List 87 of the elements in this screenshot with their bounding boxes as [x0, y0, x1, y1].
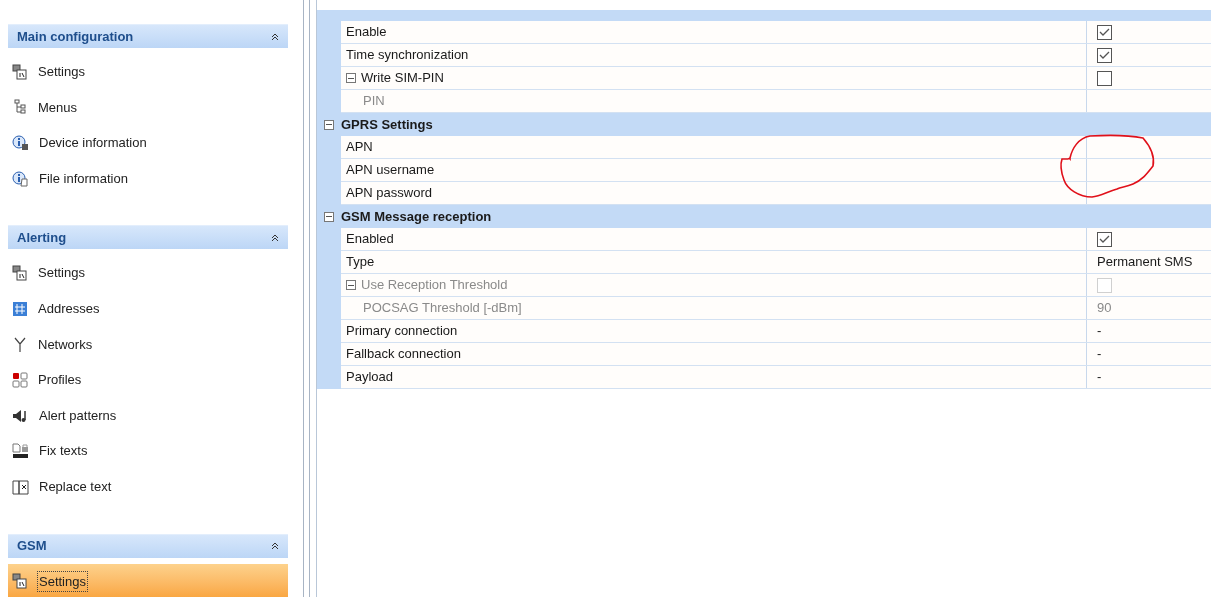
property-label: Enable: [346, 23, 387, 42]
nav-label: File information: [39, 169, 128, 188]
grid-icon: [12, 300, 28, 317]
nav-label: Menus: [38, 98, 78, 117]
checkbox[interactable]: [1097, 231, 1112, 247]
device-settings-icon: [12, 63, 28, 80]
nav-item[interactable]: Settings: [8, 563, 288, 597]
property-value-cell[interactable]: -: [1086, 366, 1211, 388]
check-icon: [1099, 234, 1110, 244]
nav-item[interactable]: Networks: [8, 326, 288, 363]
check-icon: [1099, 27, 1110, 37]
property-label: Fallback connection: [346, 345, 461, 364]
property-label: APN password: [346, 184, 432, 203]
nav-item[interactable]: Settings: [8, 255, 288, 291]
section-header[interactable]: GSM: [8, 533, 288, 558]
property-value: -: [1097, 345, 1102, 364]
nav-item[interactable]: Fix texts: [8, 433, 288, 469]
collapse-icon[interactable]: [346, 73, 356, 83]
section-header[interactable]: Alerting: [8, 225, 288, 250]
property-label: Enabled: [346, 230, 394, 249]
property-label: APN username: [346, 161, 435, 180]
checkbox[interactable]: [1097, 24, 1112, 40]
nav-label: Settings: [38, 264, 85, 283]
nav-label: Fix texts: [39, 442, 88, 461]
property-value: Permanent SMS: [1097, 253, 1193, 272]
property-name-cell[interactable]: Primary connection: [341, 320, 1086, 342]
nav-label: Addresses: [38, 300, 100, 318]
property-value: -: [1097, 322, 1102, 341]
property-label: Primary connection: [346, 322, 458, 341]
nav-item[interactable]: Settings: [8, 54, 288, 90]
row-gutter: [317, 366, 341, 389]
device-settings-icon: [12, 573, 28, 590]
info-icon: [12, 135, 29, 151]
property-label: PIN: [363, 92, 385, 111]
speaker-note-icon: [12, 407, 29, 424]
checkbox[interactable]: [1097, 47, 1112, 63]
nav-label: Replace text: [39, 478, 112, 496]
section-title: Alerting: [17, 229, 67, 248]
property-label: POCSAG Threshold [-dBm]: [363, 299, 522, 318]
nav-item[interactable]: Profiles: [8, 362, 288, 398]
nav-label: Settings: [38, 63, 85, 82]
nav-item[interactable]: File information: [8, 160, 288, 197]
collapse-chevron-icon[interactable]: [271, 542, 279, 551]
nav-label: Settings: [38, 571, 87, 592]
section-header[interactable]: Main configuration: [8, 24, 288, 48]
section-title: GSM: [17, 537, 47, 556]
collapse-chevron-icon[interactable]: [271, 233, 279, 242]
collapse-icon[interactable]: [324, 211, 334, 222]
book-icon: [12, 478, 29, 495]
nav-item[interactable]: Menus: [8, 89, 288, 126]
nav-item[interactable]: Alert patterns: [8, 397, 288, 434]
property-name-cell[interactable]: Payload: [341, 366, 1086, 388]
category-row[interactable]: GSM Message reception: [317, 205, 1211, 228]
property-label: Payload: [346, 368, 393, 387]
property-name-cell[interactable]: Fallback connection: [341, 343, 1086, 365]
property-label: Time synchronization: [346, 46, 469, 65]
category-label: GSM Message reception: [341, 207, 492, 226]
property-label: APN: [346, 138, 373, 157]
property-name-cell[interactable]: Type: [341, 251, 1086, 273]
checkbox[interactable]: [1097, 70, 1112, 86]
nav-label: Alert patterns: [39, 406, 117, 425]
section-title: Main configuration: [17, 27, 134, 46]
device-settings-icon: [12, 265, 28, 282]
property-value: 90: [1097, 299, 1112, 318]
category-row[interactable]: GPRS Settings: [317, 113, 1211, 136]
check-icon: [1099, 50, 1110, 60]
property-label: Use Reception Threshold: [361, 276, 508, 295]
document-lock-icon: [12, 443, 29, 460]
antenna-icon: [12, 336, 28, 353]
collapse-icon[interactable]: [324, 119, 334, 130]
nav-item[interactable]: Replace text: [8, 468, 288, 505]
collapse-chevron-icon[interactable]: [271, 32, 279, 41]
property-label: Write SIM-PIN: [361, 69, 444, 88]
nav-label: Device information: [39, 134, 147, 153]
property-value-cell[interactable]: Permanent SMS: [1086, 251, 1211, 273]
property-label: Type: [346, 253, 375, 272]
category-label: GPRS Settings: [341, 115, 433, 134]
property-value-cell[interactable]: -: [1086, 320, 1211, 342]
nav-item[interactable]: Addresses: [8, 290, 288, 327]
nav-item[interactable]: Device information: [8, 125, 288, 161]
nav-label: Profiles: [38, 371, 82, 390]
property-value-cell[interactable]: -: [1086, 343, 1211, 365]
nav-label: Networks: [38, 335, 93, 354]
squares-icon: [12, 371, 28, 388]
info-icon: [12, 170, 29, 187]
tree-icon: [12, 99, 28, 116]
property-value: -: [1097, 368, 1102, 387]
